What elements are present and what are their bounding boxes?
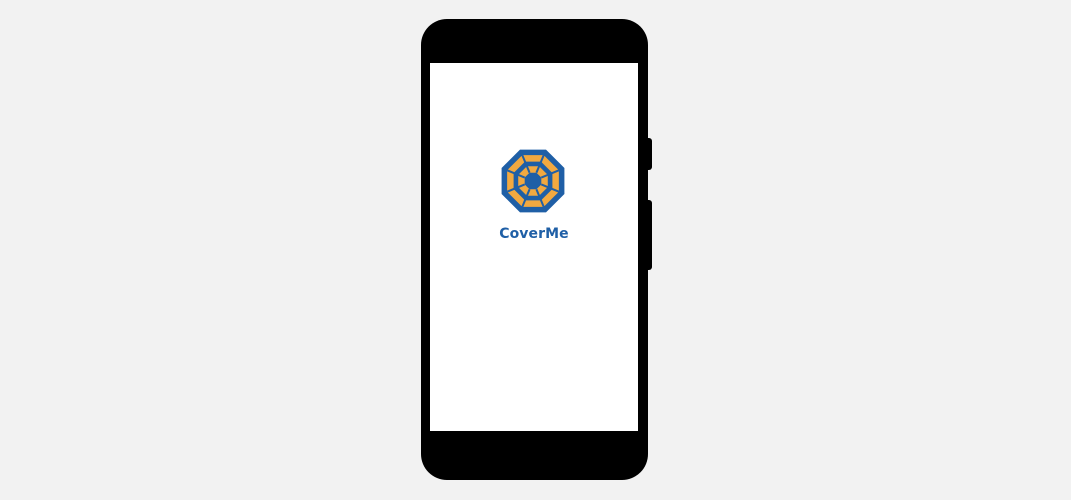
power-button (648, 138, 652, 170)
volume-button (648, 200, 652, 270)
umbrella-top-icon (501, 149, 565, 213)
logo-center (524, 172, 542, 190)
app-logo (500, 148, 566, 214)
app-name: CoverMe (499, 226, 569, 242)
splash-screen: CoverMe (430, 63, 638, 431)
